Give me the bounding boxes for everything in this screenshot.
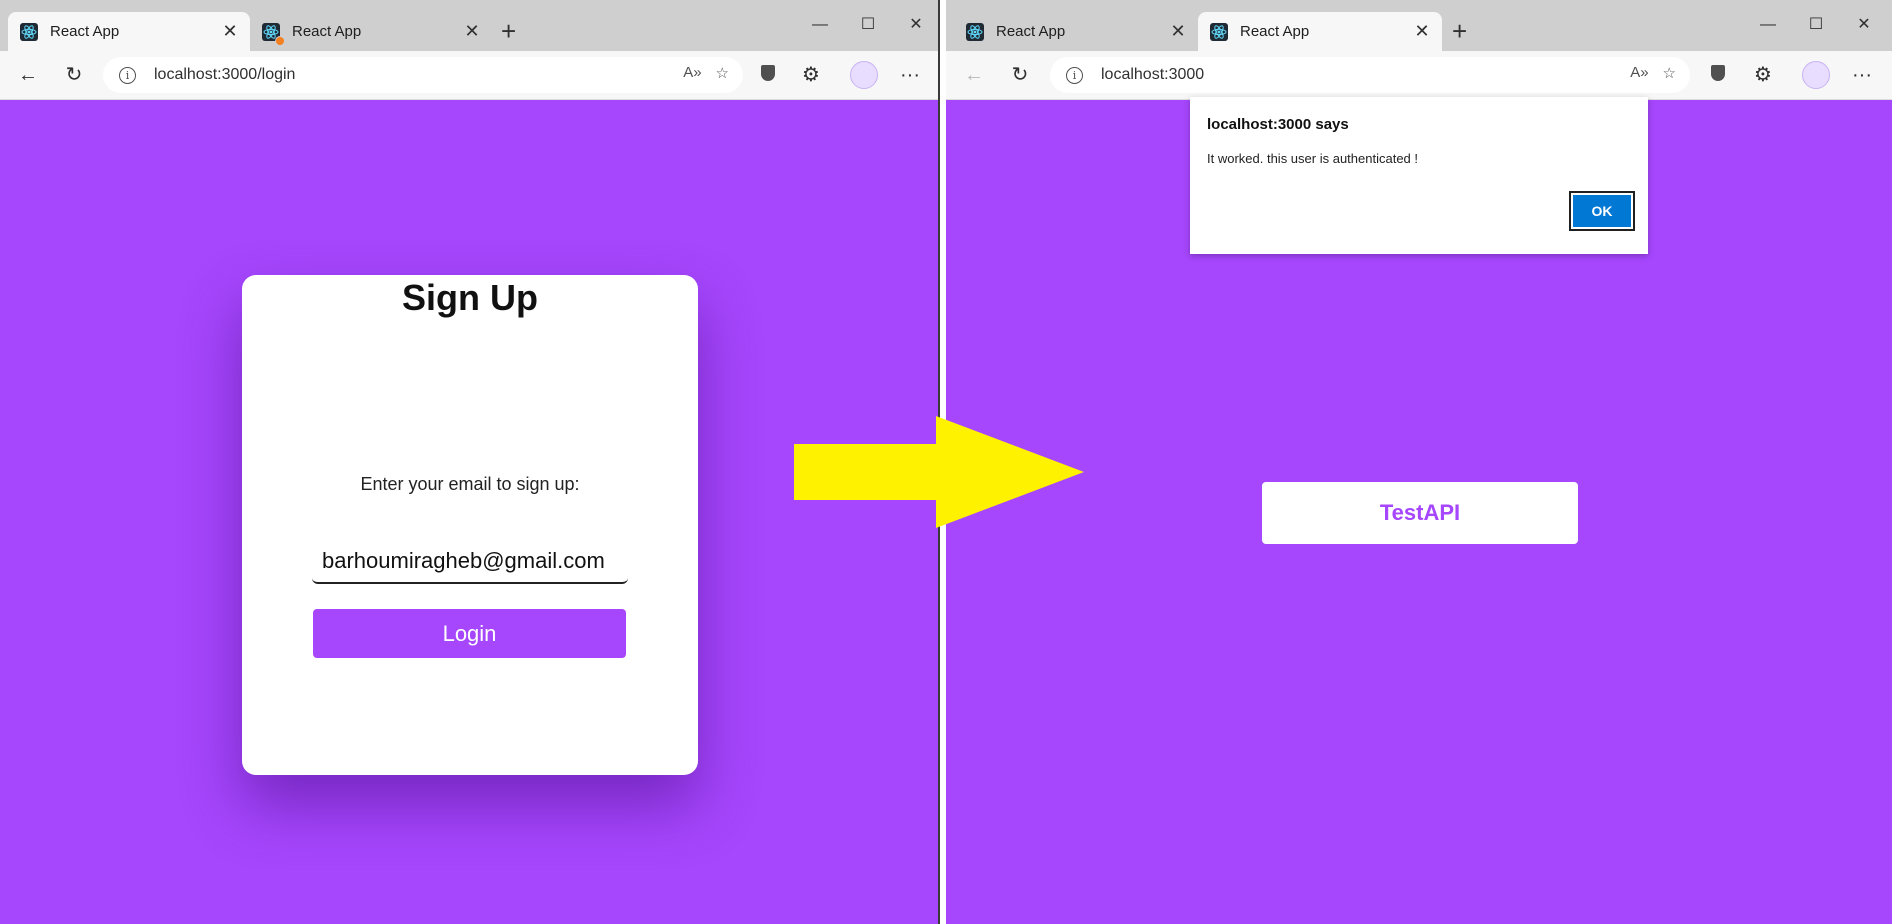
alert-dialog: localhost:3000 says It worked. this user… (1190, 97, 1648, 254)
dialog-title: localhost:3000 says (1207, 116, 1349, 133)
tab-label: React App (996, 23, 1066, 40)
extensions-icon[interactable]: ⚙ (797, 61, 825, 89)
tab-label: React App (1240, 23, 1310, 40)
tab-react-app-2[interactable]: React App ✕ (1198, 12, 1442, 51)
tab-react-app-2[interactable]: React App ✕ (250, 12, 492, 51)
read-aloud-icon[interactable]: A» (1630, 64, 1648, 82)
window-controls: — ☐ ✕ (796, 10, 938, 40)
url-text: localhost:3000 (1101, 66, 1205, 83)
test-api-button[interactable]: TestAPI (1262, 482, 1578, 544)
new-tab-icon[interactable]: + (501, 13, 516, 49)
address-bar[interactable]: i localhost:3000 A» ☆ (1050, 57, 1690, 93)
back-icon[interactable]: ← (960, 61, 988, 89)
react-icon (1210, 22, 1228, 41)
react-icon (20, 22, 38, 41)
close-window-icon[interactable]: ✕ (892, 10, 938, 40)
dialog-message: It worked. this user is authenticated ! (1207, 151, 1418, 166)
email-field[interactable] (312, 539, 628, 584)
login-button[interactable]: Login (313, 609, 626, 658)
tab-label: React App (292, 23, 362, 40)
address-bar-actions: A» ☆ (1630, 64, 1676, 82)
minimize-icon[interactable]: — (1744, 10, 1792, 40)
maximize-icon[interactable]: ☐ (844, 10, 892, 40)
tab-label: React App (50, 23, 120, 40)
address-bar-actions: A» ☆ (683, 64, 729, 82)
signup-card: Sign Up Enter your email to sign up: Log… (242, 275, 698, 775)
arrow-icon (794, 416, 1084, 528)
maximize-icon[interactable]: ☐ (1792, 10, 1840, 40)
minimize-icon[interactable]: — (796, 10, 844, 40)
shield-icon[interactable] (1704, 61, 1732, 89)
tab-react-app-1[interactable]: React App ✕ (954, 12, 1198, 51)
ok-button[interactable]: OK (1569, 191, 1635, 231)
notification-dot-icon (275, 35, 285, 46)
add-favorite-icon[interactable]: ☆ (1663, 64, 1676, 82)
extensions-icon[interactable]: ⚙ (1749, 61, 1777, 89)
close-icon[interactable]: ✕ (1414, 21, 1430, 42)
browser-window-right: React App ✕ React App ✕ + — ☐ ✕ ← ↻ i lo… (946, 0, 1892, 924)
more-icon[interactable]: ··· (1848, 61, 1876, 89)
react-icon (966, 22, 984, 41)
info-icon[interactable]: i (119, 66, 136, 84)
profile-avatar-icon[interactable] (850, 61, 878, 97)
window-controls: — ☐ ✕ (1744, 10, 1888, 40)
page-title: Sign Up (402, 277, 538, 318)
profile-avatar-icon[interactable] (1802, 61, 1830, 97)
shield-icon[interactable] (754, 61, 782, 89)
close-icon[interactable]: ✕ (222, 21, 238, 42)
read-aloud-icon[interactable]: A» (683, 64, 701, 82)
add-favorite-icon[interactable]: ☆ (716, 64, 729, 82)
address-bar[interactable]: i localhost:3000/login A» ☆ (103, 57, 743, 93)
tab-strip: React App ✕ React App ✕ + — ☐ ✕ (946, 0, 1892, 51)
close-window-icon[interactable]: ✕ (1840, 10, 1888, 40)
browser-toolbar: ← ↻ i localhost:3000/login A» ☆ ⚙ ··· (0, 51, 938, 100)
tab-react-app-1[interactable]: React App ✕ (8, 12, 250, 51)
tab-strip: React App ✕ React App ✕ + — ☐ ✕ (0, 0, 938, 51)
reload-icon[interactable]: ↻ (60, 61, 88, 89)
url-text: localhost:3000/login (154, 66, 296, 83)
close-icon[interactable]: ✕ (464, 21, 480, 42)
back-icon[interactable]: ← (14, 61, 42, 89)
browser-toolbar: ← ↻ i localhost:3000 A» ☆ ⚙ ··· (946, 51, 1892, 100)
close-icon[interactable]: ✕ (1170, 21, 1186, 42)
reload-icon[interactable]: ↻ (1006, 61, 1034, 89)
info-icon[interactable]: i (1066, 66, 1083, 84)
more-icon[interactable]: ··· (896, 61, 924, 89)
new-tab-icon[interactable]: + (1452, 13, 1467, 49)
react-icon (262, 22, 285, 46)
email-prompt: Enter your email to sign up: (360, 474, 580, 494)
